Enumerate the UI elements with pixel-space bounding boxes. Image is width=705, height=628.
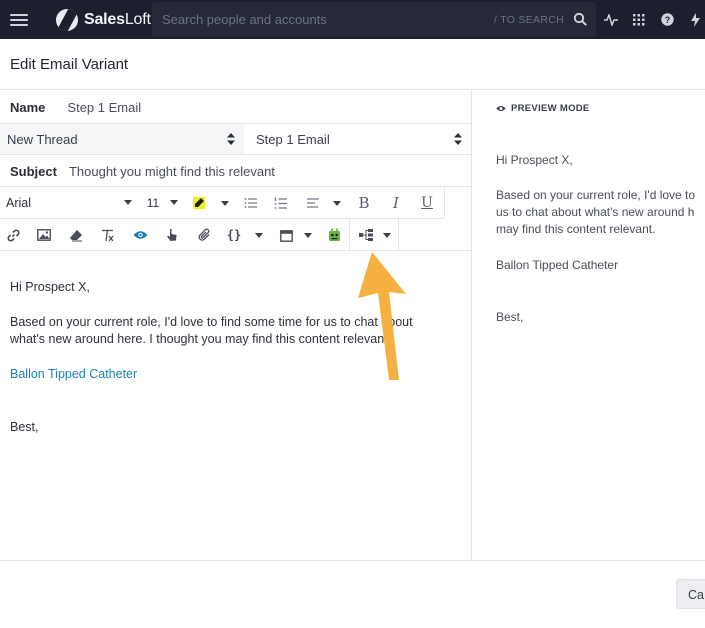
bullet-list-button[interactable] (238, 190, 264, 216)
pointer-button[interactable] (160, 222, 184, 248)
chevron-down-icon (221, 200, 229, 206)
chevron-down-icon (304, 232, 312, 238)
underline-icon: U (421, 195, 433, 211)
preview-body-line-2: us to chat about what's new around h (496, 205, 695, 219)
pane-divider (471, 90, 472, 560)
brand-name-suffix: Loft (124, 10, 151, 28)
editor-signoff[interactable]: Best, (10, 418, 39, 436)
chevron-down-icon (170, 200, 178, 205)
editor-greeting[interactable]: Hi Prospect X, (10, 278, 90, 296)
align-icon (307, 198, 319, 208)
thread-select-value: New Thread (7, 131, 78, 147)
eraser-icon (70, 229, 82, 241)
page-title: Edit Email Variant (10, 56, 129, 73)
underline-button[interactable]: U (413, 190, 441, 216)
chevron-down-icon (124, 200, 132, 205)
insert-image-button[interactable] (32, 222, 56, 248)
salesloft-logo[interactable]: SalesLoft (56, 8, 151, 31)
hand-pointer-icon (167, 229, 177, 241)
lightning-bolt-icon[interactable] (688, 12, 702, 27)
italic-button[interactable]: I (382, 190, 410, 216)
image-icon (37, 229, 51, 241)
step-select-value: Step 1 Email (256, 131, 330, 147)
branch-button[interactable] (354, 222, 378, 248)
paperclip-icon (198, 228, 209, 241)
annotation-arrow-icon (358, 252, 406, 380)
chevron-down-icon (255, 232, 263, 238)
chevron-down-icon (333, 200, 341, 206)
font-family-select[interactable]: Arial (0, 187, 136, 218)
integration-button[interactable] (322, 222, 346, 248)
italic-icon: I (393, 194, 399, 212)
salesloft-logo-icon (56, 8, 78, 31)
braces-icon: {} (226, 228, 242, 242)
font-size-select[interactable]: 11 (136, 187, 182, 218)
preview-toggle-button[interactable] (126, 222, 154, 248)
name-field[interactable]: Step 1 Email (67, 100, 141, 115)
step-select[interactable]: Step 1 Email (244, 124, 471, 154)
svg-text:?: ? (664, 15, 670, 25)
preview-content-link[interactable]: Ballon Tipped Catheter (496, 257, 618, 274)
editor-body-line-2[interactable]: what's new around here. I thought you ma… (10, 330, 391, 348)
name-row: Name Step 1 Email (0, 90, 471, 124)
attachment-button[interactable] (192, 222, 216, 248)
select-arrows-icon (227, 133, 235, 145)
thread-select[interactable]: New Thread (0, 124, 244, 154)
numbered-list-button[interactable] (268, 190, 294, 216)
search-icon[interactable] (573, 12, 587, 26)
editor-body-line-1[interactable]: Based on your current role, I'd love to … (10, 313, 413, 331)
brand-name: Sales (84, 10, 125, 28)
clear-formatting-button[interactable] (95, 222, 119, 248)
cancel-button[interactable]: Ca (676, 579, 705, 609)
branch-icon (359, 229, 373, 241)
footer-divider (0, 560, 705, 561)
help-icon[interactable]: ? (660, 13, 674, 27)
bold-button[interactable]: B (350, 190, 378, 216)
highlight-icon (193, 197, 205, 209)
link-icon (7, 229, 19, 241)
chevron-down-icon (383, 232, 391, 238)
eraser-button[interactable] (64, 222, 88, 248)
calendar-button[interactable] (274, 222, 298, 248)
select-arrows-icon (454, 133, 462, 145)
preview-body-line-3: may find this content relevant. (496, 222, 656, 236)
calendar-icon (279, 229, 293, 242)
font-family-value: Arial (6, 195, 32, 210)
branch-dropdown[interactable] (377, 222, 397, 248)
font-size-value: 11 (146, 195, 160, 210)
hamburger-menu-icon[interactable] (10, 13, 28, 26)
eye-icon (133, 231, 147, 239)
preview-greeting: Hi Prospect X, (496, 153, 573, 167)
preview-mode-label: PREVIEW MODE (511, 103, 590, 114)
clear-format-icon (101, 229, 114, 241)
numbered-list-icon (274, 197, 287, 209)
align-dropdown[interactable] (327, 190, 347, 216)
calendar-dropdown[interactable] (298, 222, 318, 248)
bullet-list-icon (244, 198, 257, 208)
highlight-button[interactable] (185, 190, 213, 216)
robot-icon (328, 228, 340, 241)
activity-pulse-icon[interactable] (604, 13, 618, 27)
editor-content-link[interactable]: Ballon Tipped Catheter (10, 365, 137, 383)
subject-field[interactable]: Thought you might find this relevant (69, 164, 275, 179)
global-search[interactable]: / TO SEARCH (152, 2, 596, 37)
preview-body-line-1: Based on your current role, I'd love to (496, 188, 696, 202)
insert-link-button[interactable] (2, 222, 24, 248)
highlight-color-dropdown[interactable] (215, 190, 235, 216)
bold-icon: B (358, 194, 370, 212)
align-button[interactable] (300, 190, 326, 216)
search-input[interactable] (162, 12, 482, 27)
dynamic-fields-dropdown[interactable] (249, 222, 269, 248)
preview-signoff: Best, (496, 310, 524, 324)
dynamic-fields-button[interactable]: {} (222, 222, 246, 248)
apps-grid-icon[interactable] (632, 13, 646, 27)
search-shortcut-hint: / TO SEARCH (493, 13, 564, 26)
eye-icon (496, 106, 506, 111)
preview-mode-header: PREVIEW MODE (496, 103, 590, 114)
subject-row: Subject Thought you might find this rele… (0, 155, 471, 187)
top-nav: SalesLoft / TO SEARCH ? (0, 0, 705, 39)
name-label: Name (10, 99, 46, 115)
subject-label: Subject (10, 163, 57, 179)
